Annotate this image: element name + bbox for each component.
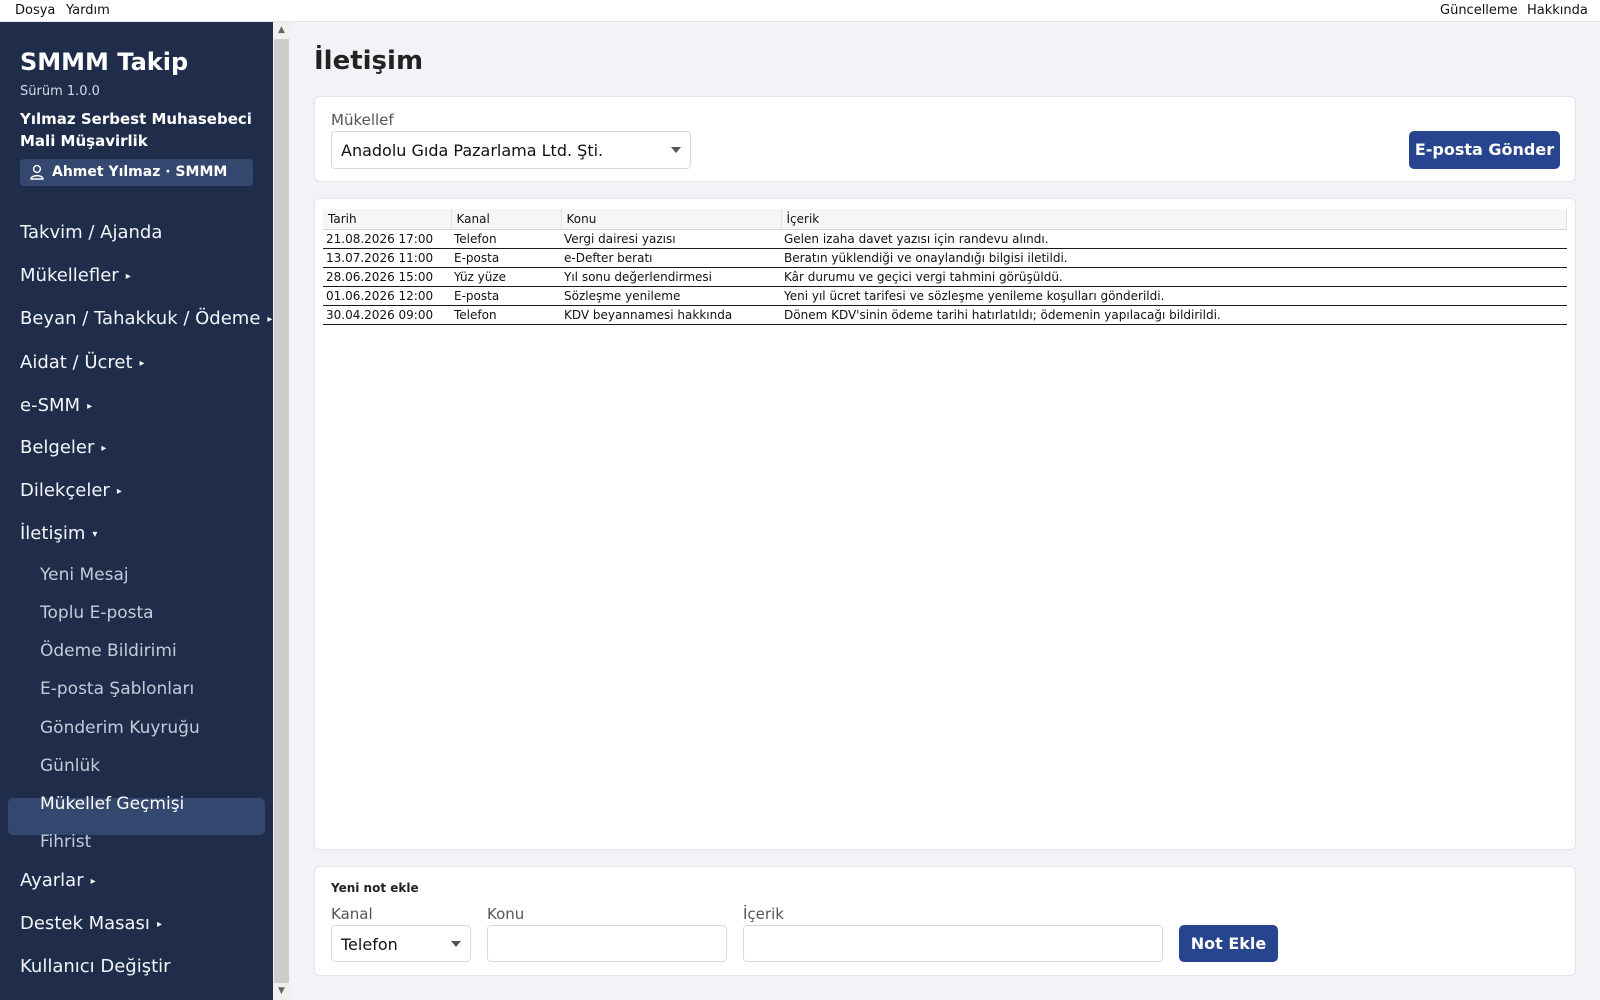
cell-icerik: Kâr durumu ve geçici vergi tahmini görüş…	[781, 267, 1567, 287]
chevron-right-icon: ▸	[87, 400, 93, 412]
cell-tarih: 21.08.2026 17:00	[323, 229, 451, 249]
nav-ayarlar[interactable]: Ayarlar ▸	[20, 870, 96, 891]
user-icon	[30, 164, 44, 180]
scrollbar-thumb[interactable]	[274, 39, 289, 983]
cell-icerik: Dönem KDV'sinin ödeme tarihi hatırlatıld…	[781, 305, 1567, 325]
scroll-down-icon[interactable]: ▼	[273, 983, 290, 1000]
chevron-right-icon: ▸	[125, 270, 131, 282]
chevron-right-icon: ▸	[139, 357, 145, 369]
cell-tarih: 01.06.2026 12:00	[323, 286, 451, 306]
nav-destek-masasi[interactable]: Destek Masası ▸	[20, 913, 162, 934]
kanal-label: Kanal	[331, 905, 373, 923]
chevron-right-icon: ▸	[156, 918, 162, 930]
cell-konu: e-Defter beratı	[561, 248, 781, 268]
nav-beyan[interactable]: Beyan / Tahakkuk / Ödeme ▸	[20, 308, 272, 329]
chevron-right-icon: ▸	[101, 442, 107, 454]
subnav-gunluk[interactable]: Günlük	[40, 756, 100, 776]
cell-icerik: Yeni yıl ücret tarifesi ve sözleşme yeni…	[781, 286, 1567, 306]
menu-hakkinda[interactable]: Hakkında	[1527, 3, 1588, 18]
cell-kanal: Yüz yüze	[451, 267, 561, 287]
cell-kanal: Telefon	[451, 229, 561, 249]
col-header-icerik[interactable]: İçerik	[781, 209, 1567, 230]
cell-kanal: E-posta	[451, 248, 561, 268]
user-badge: Ahmet Yılmaz · SMMM	[20, 159, 253, 186]
office-name: Yılmaz Serbest Muhasebeci Mali Müşavirli…	[20, 108, 260, 152]
app-version: Sürüm 1.0.0	[20, 84, 100, 99]
menu-dosya[interactable]: Dosya	[15, 3, 55, 18]
table-header-row: Tarih Kanal Konu İçerik	[323, 209, 1567, 230]
mukellef-card: Mükellef Anadolu Gıda Pazarlama Ltd. Şti…	[314, 96, 1576, 182]
nav-aidat[interactable]: Aidat / Ücret ▸	[20, 352, 145, 373]
nav-belgeler[interactable]: Belgeler ▸	[20, 437, 106, 458]
cell-konu: Sözleşme yenileme	[561, 286, 781, 306]
icerik-input[interactable]	[743, 925, 1163, 962]
nav-takvim[interactable]: Takvim / Ajanda	[20, 222, 162, 243]
table-row[interactable]: 01.06.2026 12:00 E-posta Sözleşme yenile…	[323, 286, 1567, 306]
chevron-right-icon: ▸	[90, 875, 96, 887]
subnav-eposta-sablonlari[interactable]: E-posta Şablonları	[40, 679, 194, 699]
send-email-button[interactable]: E-posta Gönder	[1409, 131, 1560, 169]
office-name-line1: Yılmaz Serbest Muhasebeci	[20, 110, 252, 128]
note-form-heading: Yeni not ekle	[331, 881, 419, 895]
subnav-mukellef-gecmisi[interactable]: Mükellef Geçmişi	[40, 794, 184, 814]
sidebar: SMMM Takip Sürüm 1.0.0 Yılmaz Serbest Mu…	[0, 22, 273, 1000]
app-title: SMMM Takip	[20, 48, 189, 76]
table-row[interactable]: 30.04.2026 09:00 Telefon KDV beyannamesi…	[323, 305, 1567, 325]
table-row[interactable]: 21.08.2026 17:00 Telefon Vergi dairesi y…	[323, 229, 1567, 249]
nav-mukellefler[interactable]: Mükellefler ▸	[20, 265, 131, 286]
menu-bar: Dosya Yardım Güncelleme Hakkında	[0, 0, 1600, 22]
chevron-right-icon: ▸	[116, 485, 122, 497]
kanal-select-value: Telefon	[341, 935, 398, 954]
nav-iletisim[interactable]: İletişim ▾	[20, 523, 97, 544]
cell-icerik: Gelen izaha davet yazısı için randevu al…	[781, 229, 1567, 249]
chevron-down-icon	[451, 941, 461, 947]
subnav-odeme-bildirimi[interactable]: Ödeme Bildirimi	[40, 641, 177, 661]
sidebar-scrollbar[interactable]: ▲ ▼	[273, 22, 290, 1000]
kanal-select[interactable]: Telefon	[331, 925, 471, 962]
subnav-yeni-mesaj[interactable]: Yeni Mesaj	[40, 565, 129, 585]
col-header-kanal[interactable]: Kanal	[451, 209, 562, 230]
mukellef-select[interactable]: Anadolu Gıda Pazarlama Ltd. Şti.	[331, 131, 691, 169]
col-header-tarih[interactable]: Tarih	[323, 209, 452, 230]
konu-label: Konu	[487, 905, 525, 923]
cell-konu: KDV beyannamesi hakkında	[561, 305, 781, 325]
chevron-down-icon: ▾	[92, 528, 98, 540]
menu-yardim[interactable]: Yardım	[66, 3, 110, 18]
cell-konu: Vergi dairesi yazısı	[561, 229, 781, 249]
subnav-toplu-eposta[interactable]: Toplu E-posta	[40, 603, 154, 623]
mukellef-label: Mükellef	[331, 111, 394, 129]
office-name-line2: Mali Müşavirlik	[20, 132, 148, 150]
table-row[interactable]: 13.07.2026 11:00 E-posta e-Defter beratı…	[323, 248, 1567, 268]
cell-konu: Yıl sonu değerlendirmesi	[561, 267, 781, 287]
cell-tarih: 13.07.2026 11:00	[323, 248, 451, 268]
menu-guncelleme[interactable]: Güncelleme	[1440, 3, 1518, 18]
cell-tarih: 28.06.2026 15:00	[323, 267, 451, 287]
page-title: İletişim	[314, 46, 424, 76]
nav-esmm[interactable]: e-SMM ▸	[20, 395, 92, 416]
cell-kanal: Telefon	[451, 305, 561, 325]
history-table: Tarih Kanal Konu İçerik 21.08.2026 17:00…	[323, 209, 1567, 325]
chevron-right-icon: ▸	[267, 313, 273, 325]
user-name: Ahmet Yılmaz · SMMM	[52, 164, 228, 180]
table-row[interactable]: 28.06.2026 15:00 Yüz yüze Yıl sonu değer…	[323, 267, 1567, 287]
subnav-gonderim-kuyrugu[interactable]: Gönderim Kuyruğu	[40, 718, 200, 738]
scroll-up-icon[interactable]: ▲	[273, 22, 290, 39]
chevron-down-icon	[671, 147, 681, 153]
history-card: Tarih Kanal Konu İçerik 21.08.2026 17:00…	[314, 198, 1576, 850]
nav-kullanici-degistir[interactable]: Kullanıcı Değiştir	[20, 956, 171, 977]
add-note-button[interactable]: Not Ekle	[1179, 925, 1278, 962]
cell-tarih: 30.04.2026 09:00	[323, 305, 451, 325]
col-header-konu[interactable]: Konu	[561, 209, 782, 230]
cell-icerik: Beratın yüklendiği ve onaylandığı bilgis…	[781, 248, 1567, 268]
konu-input[interactable]	[487, 925, 727, 962]
mukellef-select-value: Anadolu Gıda Pazarlama Ltd. Şti.	[341, 141, 604, 160]
icerik-label: İçerik	[743, 905, 784, 923]
subnav-fihrist[interactable]: Fihrist	[40, 832, 91, 852]
note-form-card: Yeni not ekle Kanal Telefon Konu İçerik …	[314, 866, 1576, 976]
cell-kanal: E-posta	[451, 286, 561, 306]
nav-dilekceler[interactable]: Dilekçeler ▸	[20, 480, 122, 501]
